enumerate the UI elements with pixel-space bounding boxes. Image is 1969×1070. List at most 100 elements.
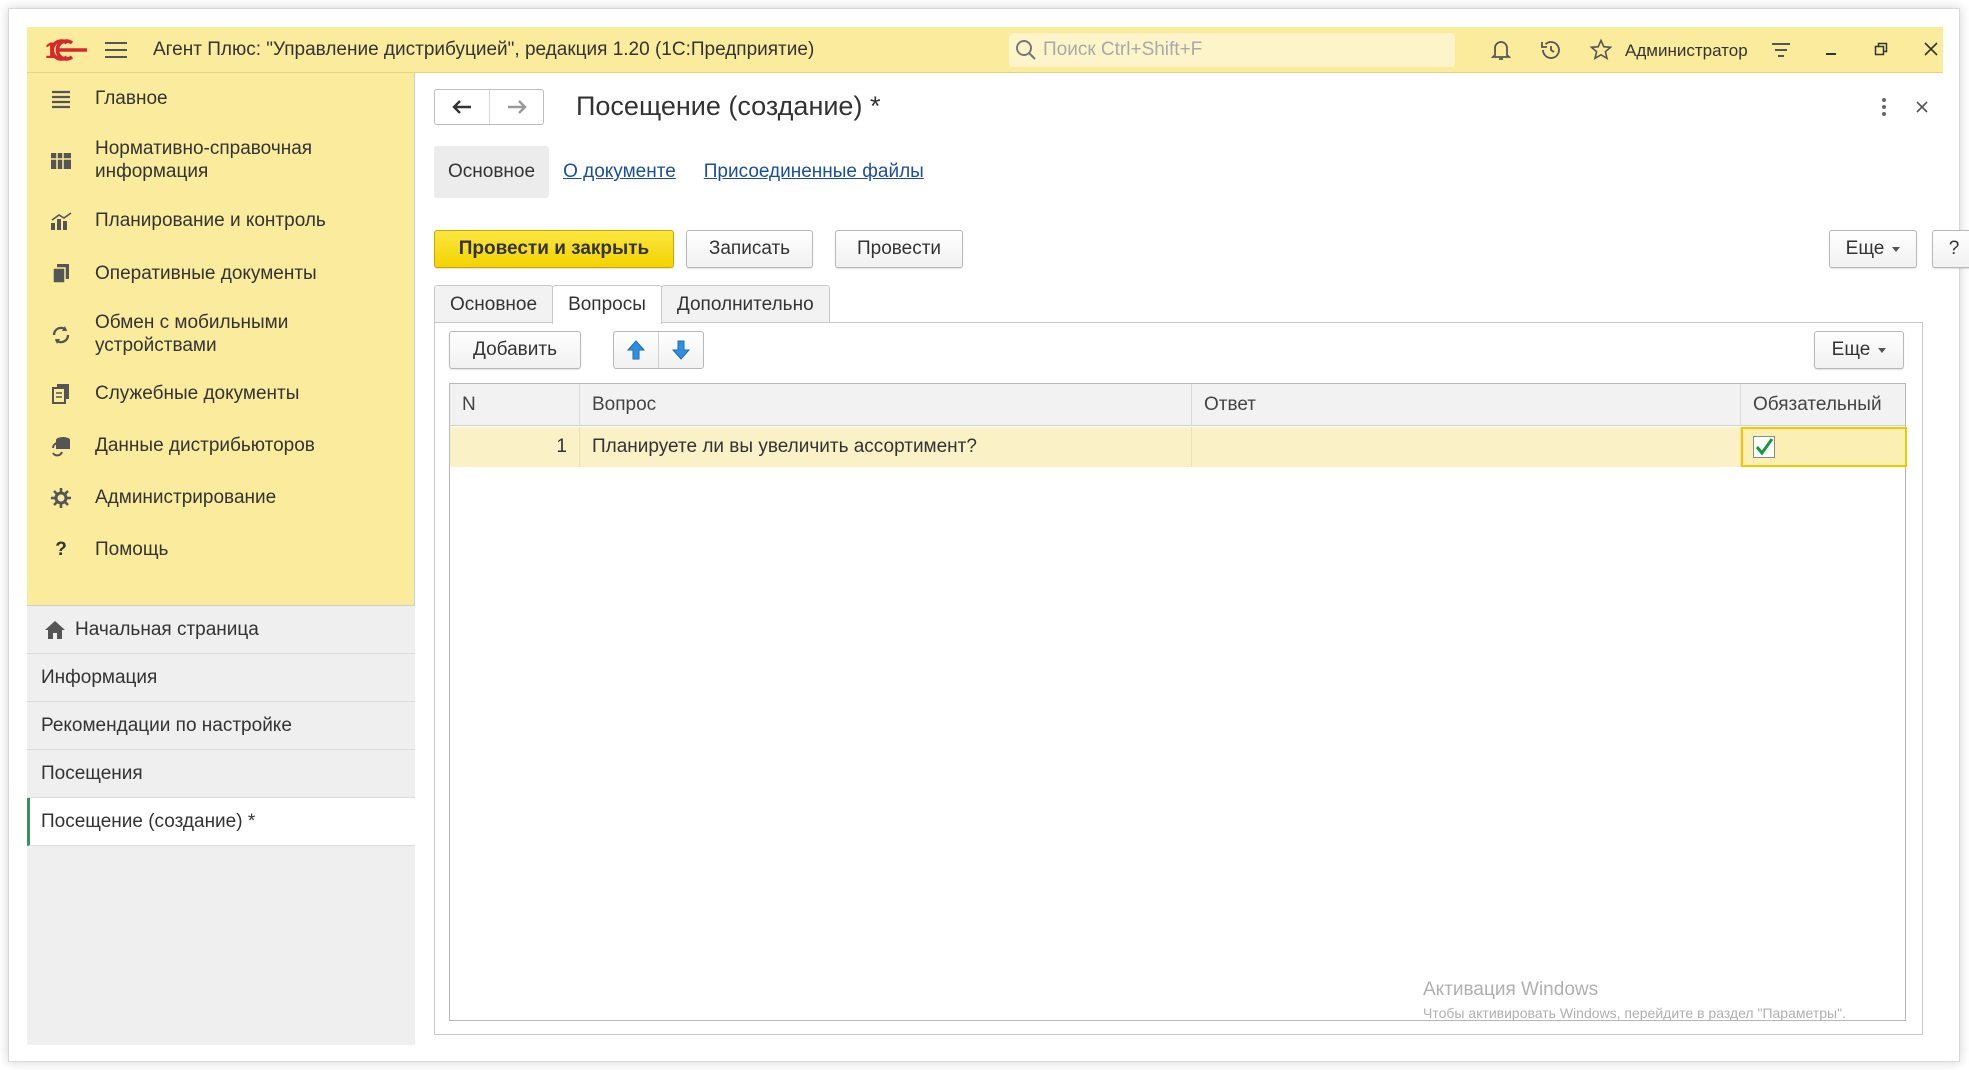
restore-icon[interactable]	[1869, 37, 1893, 61]
open-item-home[interactable]: Начальная страница	[27, 606, 415, 654]
cell-required[interactable]	[1741, 427, 1907, 467]
minimize-icon[interactable]	[1819, 37, 1843, 61]
app-content: 1 Агент Плюс: "Управление дистрибуцией",…	[27, 27, 1969, 1045]
post-button[interactable]: Провести	[835, 230, 963, 268]
service-docs-icon	[49, 382, 73, 406]
cell-n[interactable]: 1	[450, 427, 580, 467]
open-item-label: Посещения	[41, 762, 143, 784]
post-and-close-button[interactable]: Провести и закрыть	[434, 230, 674, 268]
page-tab-questions[interactable]: Вопросы	[552, 285, 662, 324]
back-arrow-icon[interactable]	[435, 90, 489, 124]
dropdown-caret-icon	[1878, 347, 1887, 353]
watermark-subtitle: Чтобы активировать Windows, перейдите в …	[1423, 1005, 1846, 1021]
open-item-label: Информация	[41, 666, 158, 688]
favorites-star-icon[interactable]	[1589, 38, 1613, 62]
column-header-question[interactable]: Вопрос	[580, 384, 1192, 426]
help-icon: ?	[55, 539, 67, 560]
nav-label: Администрирование	[95, 487, 277, 508]
more-label: Еще	[1845, 238, 1885, 259]
form-more-button[interactable]: Еще	[1829, 230, 1917, 268]
nav-label: Оперативные документы	[95, 263, 317, 284]
forward-arrow-icon[interactable]	[489, 90, 543, 124]
more-label: Еще	[1831, 339, 1871, 360]
nav-label: Главное	[95, 88, 168, 109]
nav-label: Помощь	[95, 539, 169, 560]
bell-icon[interactable]	[1489, 38, 1513, 62]
sections-panel: Главное Нормативно-справочная информация…	[27, 73, 415, 1045]
nav-item-distributors-data[interactable]: Данные дистрибьюторов	[27, 430, 415, 462]
cell-question[interactable]: Планируете ли вы увеличить ассортимент?	[580, 427, 1192, 467]
questions-panel: Добавить Еще N Вопрос Ответ Обязательный…	[434, 322, 1923, 1035]
open-windows-panel: Начальная страница Информация Рекомендац…	[27, 605, 415, 1045]
add-row-button[interactable]: Добавить	[449, 331, 581, 369]
form-close-icon[interactable]	[1910, 93, 1934, 121]
questions-table: N Вопрос Ответ Обязательный 1 Планируете…	[449, 383, 1907, 1021]
windows-activation-watermark: Активация Windows Чтобы активировать Win…	[1423, 979, 1846, 1021]
user-name[interactable]: Администратор	[1625, 41, 1748, 61]
sync-icon	[49, 323, 73, 347]
section-tab-about-document[interactable]: О документе	[549, 146, 690, 198]
required-checkbox[interactable]	[1753, 436, 1775, 458]
hamburger-icon	[49, 87, 73, 111]
form-more-icon[interactable]	[1872, 93, 1896, 121]
documents-icon	[49, 262, 73, 286]
nav-item-mobile-exchange[interactable]: Обмен с мобильными устройствами	[27, 309, 415, 361]
open-item-label: Рекомендации по настройке	[41, 714, 292, 736]
history-nav	[434, 89, 544, 125]
nav-label: Нормативно-справочная информация	[95, 138, 313, 182]
search-icon	[1016, 40, 1036, 60]
sections-nav: Главное Нормативно-справочная информация…	[27, 73, 415, 605]
checkmark-icon	[1755, 438, 1774, 456]
nav-label: Данные дистрибьюторов	[95, 435, 315, 456]
nav-item-help[interactable]: ? Помощь	[27, 534, 415, 566]
distributors-icon	[49, 434, 73, 458]
column-header-n[interactable]: N	[450, 384, 580, 426]
move-buttons	[613, 331, 704, 369]
nav-item-service-docs[interactable]: Служебные документы	[27, 378, 415, 410]
open-item-visits[interactable]: Посещения	[27, 750, 415, 798]
1c-logo-icon: 1	[45, 37, 89, 63]
page-tab-additional[interactable]: Дополнительно	[660, 285, 830, 323]
section-tab-attached-files[interactable]: Присоединенные файлы	[690, 146, 938, 198]
open-item-label: Начальная страница	[75, 618, 259, 640]
open-item-visit-create[interactable]: Посещение (создание) *	[27, 798, 415, 846]
form-title: Посещение (создание) *	[576, 91, 881, 121]
close-window-icon[interactable]	[1919, 37, 1943, 61]
open-item-information[interactable]: Информация	[27, 654, 415, 702]
settings-menu-icon[interactable]	[1769, 38, 1793, 62]
open-item-setup-recommendations[interactable]: Рекомендации по настройке	[27, 702, 415, 750]
search-input[interactable]	[1043, 39, 1423, 61]
app-window: 1 Агент Плюс: "Управление дистрибуцией",…	[8, 8, 1969, 1062]
catalog-icon	[49, 149, 73, 173]
move-up-icon[interactable]	[614, 332, 659, 368]
form-section-tabs: Основное О документе Присоединенные файл…	[434, 146, 938, 198]
gear-icon	[49, 486, 73, 510]
save-button[interactable]: Записать	[686, 230, 813, 268]
nav-item-operational-docs[interactable]: Оперативные документы	[27, 258, 415, 290]
table-header: N Вопрос Ответ Обязательный	[450, 384, 1905, 426]
open-item-label: Посещение (создание) *	[41, 810, 256, 832]
page-tabs: Основное Вопросы Дополнительно	[434, 285, 830, 324]
nav-item-administration[interactable]: Администрирование	[27, 482, 415, 514]
move-down-icon[interactable]	[659, 332, 704, 368]
nav-label: Планирование и контроль	[95, 210, 326, 231]
watermark-title: Активация Windows	[1423, 979, 1599, 1000]
history-icon[interactable]	[1539, 38, 1563, 62]
app-title: Агент Плюс: "Управление дистрибуцией", р…	[153, 38, 815, 60]
page-tab-main[interactable]: Основное	[434, 285, 554, 323]
section-tab-main[interactable]: Основное	[434, 146, 550, 198]
global-search[interactable]	[1009, 33, 1455, 67]
table-more-button[interactable]: Еще	[1814, 331, 1904, 369]
table-row[interactable]: 1 Планируете ли вы увеличить ассортимент…	[450, 427, 1907, 467]
chart-icon	[49, 209, 73, 233]
nav-item-reference-info[interactable]: Нормативно-справочная информация	[27, 135, 415, 187]
help-button[interactable]: ?	[1932, 230, 1969, 268]
title-bar: 1 Агент Плюс: "Управление дистрибуцией",…	[27, 27, 1943, 73]
cell-answer[interactable]	[1192, 427, 1741, 467]
main-menu-button[interactable]	[105, 37, 131, 63]
nav-item-planning[interactable]: Планирование и контроль	[27, 205, 415, 237]
home-icon	[43, 618, 67, 642]
column-header-required[interactable]: Обязательный	[1741, 384, 1907, 426]
column-header-answer[interactable]: Ответ	[1192, 384, 1741, 426]
nav-item-main[interactable]: Главное	[27, 83, 415, 115]
